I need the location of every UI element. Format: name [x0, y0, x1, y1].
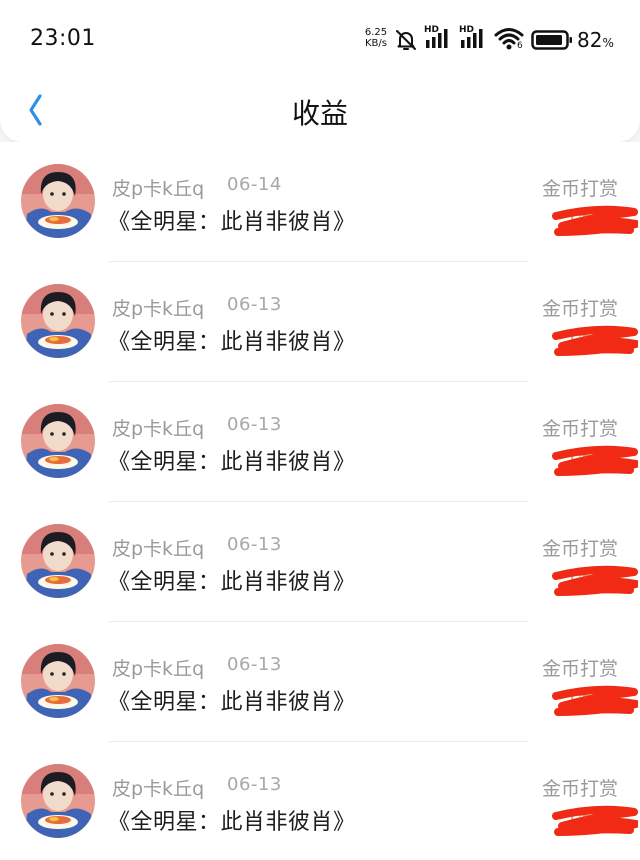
net-speed-value: 6.25 [364, 27, 388, 38]
sender-name: 皮p卡k丘q [112, 298, 205, 320]
reward-type: 金币打赏 [541, 538, 618, 560]
avatar[interactable] [21, 524, 95, 598]
sender-name: 皮p卡k丘q [112, 778, 205, 800]
page-title: 收益 [291, 97, 348, 130]
sender-name: 皮p卡k丘q [112, 538, 205, 560]
earning-row[interactable]: 皮p卡k丘q 06-13 《全明星：此肖非彼肖》 金币打赏 1金币 [0, 382, 640, 502]
work-title: 《全明星：此肖非彼肖》 [108, 690, 356, 715]
battery-percent: 82% [577, 28, 614, 52]
reward-type: 金币打赏 [541, 778, 618, 800]
battery-icon [531, 30, 572, 50]
redaction-scribble [552, 685, 638, 716]
reward-type: 金币打赏 [541, 178, 618, 200]
reward-date: 06-13 [227, 294, 282, 315]
redaction-scribble [552, 205, 638, 236]
work-title: 《全明星：此肖非彼肖》 [108, 450, 356, 475]
battery-percent-unit: % [602, 36, 614, 50]
reward-type: 金币打赏 [541, 298, 618, 320]
work-title: 《全明星：此肖非彼肖》 [108, 210, 356, 235]
earning-row[interactable]: 皮p卡k丘q 06-13 《全明星：此肖非彼肖》 金币打赏 1金币 [0, 742, 640, 860]
wifi-badge: 6 [517, 41, 523, 51]
nav-bar: 收益 [0, 80, 640, 138]
reward-date: 06-13 [227, 774, 282, 795]
avatar[interactable] [21, 164, 95, 238]
mute-bell-icon [396, 30, 416, 50]
signal-icon: HD [459, 26, 487, 50]
avatar[interactable] [21, 284, 95, 358]
redaction-scribble [552, 325, 638, 356]
redaction-scribble [552, 565, 638, 596]
reward-type: 金币打赏 [541, 658, 618, 680]
reward-date: 06-13 [227, 534, 282, 555]
reward-date: 06-13 [227, 414, 282, 435]
battery-percent-value: 82 [577, 28, 603, 52]
work-title: 《全明星：此肖非彼肖》 [108, 810, 356, 835]
sender-name: 皮p卡k丘q [112, 178, 205, 200]
sender-name: 皮p卡k丘q [112, 658, 205, 680]
earning-row[interactable]: 皮p卡k丘q 06-13 《全明星：此肖非彼肖》 金币打赏 1金币 [0, 262, 640, 382]
reward-date: 06-13 [227, 654, 282, 675]
work-title: 《全明星：此肖非彼肖》 [108, 570, 356, 595]
net-speed: 6.25 KB/s [362, 27, 390, 49]
sender-name: 皮p卡k丘q [112, 418, 205, 440]
avatar[interactable] [21, 644, 95, 718]
avatar[interactable] [21, 764, 95, 838]
net-speed-unit: KB/s [365, 38, 387, 49]
earnings-list: 皮p卡k丘q 06-14 《全明星：此肖非彼肖》 金币打赏 1金币 皮p卡k丘q [0, 142, 640, 860]
reward-type: 金币打赏 [541, 418, 618, 440]
earning-row[interactable]: 皮p卡k丘q 06-13 《全明星：此肖非彼肖》 金币打赏 1金币 [0, 502, 640, 622]
wifi-icon: 6 [494, 26, 526, 52]
earning-row[interactable]: 皮p卡k丘q 06-14 《全明星：此肖非彼肖》 金币打赏 1金币 [0, 142, 640, 262]
reward-date: 06-14 [227, 174, 282, 195]
status-bar: 23:01 6.25 KB/s HD HD 6 82% [0, 0, 640, 80]
redaction-scribble [552, 445, 638, 476]
redaction-scribble [552, 805, 638, 836]
earning-row[interactable]: 皮p卡k丘q 06-13 《全明星：此肖非彼肖》 金币打赏 1金币 [0, 622, 640, 742]
signal-icon: HD [424, 26, 452, 50]
work-title: 《全明星：此肖非彼肖》 [108, 330, 356, 355]
avatar[interactable] [21, 404, 95, 478]
header-card: 23:01 6.25 KB/s HD HD 6 82% 收益 [0, 0, 640, 142]
status-time: 23:01 [30, 26, 96, 51]
